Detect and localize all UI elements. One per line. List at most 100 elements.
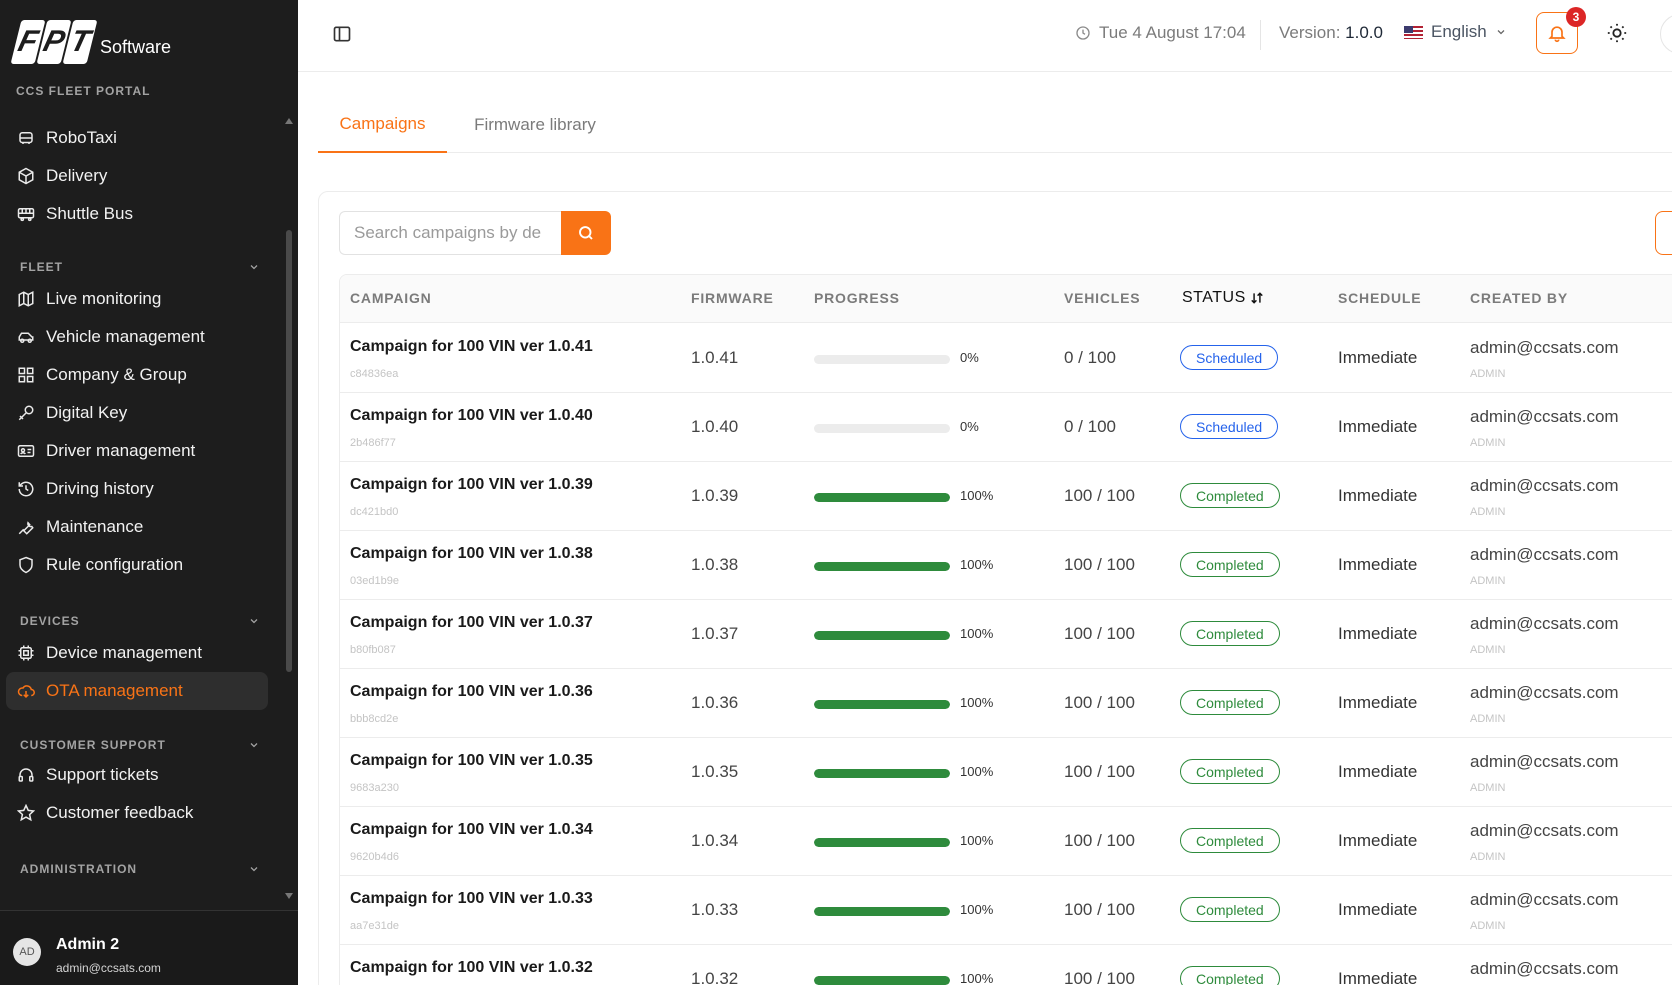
table-header: CAMPAIGN FIRMWARE PROGRESS VEHICLES STAT…: [340, 275, 1672, 323]
vehicles-count: 100 / 100: [1064, 831, 1135, 850]
progress-fill: [814, 838, 950, 847]
vehicles-count: 100 / 100: [1064, 900, 1135, 919]
campaign-name[interactable]: Campaign for 100 VIN ver 1.0.37: [350, 614, 593, 632]
shield-icon: [16, 555, 36, 575]
sidebar-item-label: Rule configuration: [46, 555, 184, 574]
table-row[interactable]: Campaign for 100 VIN ver 1.0.35 9683a230 1…: [340, 738, 1672, 807]
user-profile[interactable]: AD Admin 2 admin@ccsats.com: [0, 910, 298, 985]
campaign-name[interactable]: Campaign for 100 VIN ver 1.0.36: [350, 683, 593, 701]
user-email: admin@ccsats.com: [56, 961, 161, 975]
section-customer-support[interactable]: CUSTOMER SUPPORT: [20, 738, 260, 752]
search-button[interactable]: [561, 211, 611, 255]
bus-icon: [16, 204, 36, 224]
language-selector[interactable]: English: [1404, 22, 1507, 42]
vehicles-count: 100 / 100: [1064, 969, 1135, 985]
star-icon: [16, 803, 36, 823]
campaign-name[interactable]: Campaign for 100 VIN ver 1.0.39: [350, 476, 593, 494]
sidebar-item-live-monitoring[interactable]: Live monitoring: [6, 280, 268, 318]
sidebar-item-driving-history[interactable]: Driving history: [6, 470, 268, 508]
campaign-id: 03ed1b9e: [350, 575, 399, 587]
sidebar-item-driver-management[interactable]: Driver management: [6, 432, 268, 470]
campaign-name[interactable]: Campaign for 100 VIN ver 1.0.35: [350, 752, 593, 770]
theme-toggle-button[interactable]: [1606, 22, 1628, 44]
filter-button[interactable]: [1655, 211, 1672, 255]
package-icon: [16, 166, 36, 186]
section-label: CUSTOMER SUPPORT: [20, 738, 166, 752]
campaign-name[interactable]: Campaign for 100 VIN ver 1.0.38: [350, 545, 593, 563]
schedule-value: Immediate: [1338, 831, 1418, 850]
profile-menu-button[interactable]: [1660, 14, 1672, 54]
sidebar-item-label: Support tickets: [46, 765, 159, 784]
tab-campaigns[interactable]: Campaigns: [318, 96, 447, 153]
status-badge: Completed: [1180, 621, 1280, 646]
scroll-down-arrow[interactable]: [285, 893, 293, 899]
section-administration[interactable]: ADMINISTRATION: [20, 862, 260, 876]
chevron-down-icon: [250, 619, 258, 624]
sidebar-item-support-tickets[interactable]: Support tickets: [6, 756, 268, 794]
created-by-role: ADMIN: [1470, 437, 1506, 449]
sidebar-toggle-button[interactable]: [332, 24, 352, 44]
campaign-name[interactable]: Campaign for 100 VIN ver 1.0.40: [350, 407, 593, 425]
created-by-email: admin@ccsats.com: [1470, 614, 1619, 633]
sidebar-item-shuttle-bus[interactable]: Shuttle Bus: [6, 195, 268, 233]
col-created-by: CREATED BY: [1470, 290, 1568, 306]
table-row[interactable]: Campaign for 100 VIN ver 1.0.41 c84836ea 1…: [340, 324, 1672, 393]
schedule-value: Immediate: [1338, 969, 1418, 985]
language-label: English: [1431, 22, 1487, 41]
sidebar-item-company-group[interactable]: Company & Group: [6, 356, 268, 394]
header-divider: [1260, 20, 1261, 50]
sidebar-item-label: Customer feedback: [46, 803, 194, 822]
notification-count-badge: 3: [1566, 7, 1586, 27]
sidebar-item-label: Device management: [46, 643, 202, 662]
chevron-down-icon: [250, 265, 258, 270]
table-row[interactable]: Campaign for 100 VIN ver 1.0.39 dc421bd0 1…: [340, 462, 1672, 531]
table-row[interactable]: Campaign for 100 VIN ver 1.0.32 1.0.32 100…: [340, 945, 1672, 985]
progress-percent: 0%: [960, 350, 979, 365]
section-devices[interactable]: DEVICES: [20, 614, 260, 628]
fpt-logo[interactable]: F P T Software: [10, 20, 171, 64]
table-row[interactable]: Campaign for 100 VIN ver 1.0.34 9620b4d6 1…: [340, 807, 1672, 876]
progress-percent: 100%: [960, 695, 994, 710]
progress-percent: 100%: [960, 557, 994, 572]
campaign-name[interactable]: Campaign for 100 VIN ver 1.0.41: [350, 338, 593, 356]
top-header: Tue 4 August 17:04 Version: 1.0.0 Englis…: [298, 0, 1672, 72]
firmware-version: 1.0.33: [691, 900, 739, 919]
search-input[interactable]: [339, 211, 561, 255]
sidebar-item-maintenance[interactable]: Maintenance: [6, 508, 268, 546]
table-row[interactable]: Campaign for 100 VIN ver 1.0.40 2b486f77 1…: [340, 393, 1672, 462]
sidebar-item-vehicle-management[interactable]: Vehicle management: [6, 318, 268, 356]
sidebar-item-label: Live monitoring: [46, 289, 162, 308]
sidebar-item-device-management[interactable]: Device management: [6, 634, 268, 672]
scroll-up-arrow[interactable]: [285, 118, 293, 124]
campaign-name[interactable]: Campaign for 100 VIN ver 1.0.33: [350, 890, 593, 908]
campaign-name[interactable]: Campaign for 100 VIN ver 1.0.34: [350, 821, 593, 839]
sidebar-item-customer-feedback[interactable]: Customer feedback: [6, 794, 268, 832]
col-schedule: SCHEDULE: [1338, 290, 1422, 306]
portal-label: CCS FLEET PORTAL: [16, 84, 151, 98]
progress-fill: [814, 562, 950, 571]
sidebar-item-ota-management[interactable]: OTA management: [6, 672, 268, 710]
sidebar-item-label: Maintenance: [46, 517, 144, 536]
firmware-version: 1.0.39: [691, 486, 739, 505]
sidebar-scrollbar[interactable]: [286, 230, 292, 672]
sidebar-item-label: Vehicle management: [46, 327, 205, 346]
table-row[interactable]: Campaign for 100 VIN ver 1.0.37 b80fb087 1…: [340, 600, 1672, 669]
sidebar-toggle-icon: [333, 26, 351, 42]
sidebar-item-rule-configuration[interactable]: Rule configuration: [6, 546, 268, 584]
sidebar-item-delivery[interactable]: Delivery: [6, 157, 268, 195]
col-status-sortable[interactable]: STATUS: [1182, 289, 1264, 307]
progress-bar: [814, 355, 950, 364]
firmware-version: 1.0.32: [691, 969, 739, 985]
table-row[interactable]: Campaign for 100 VIN ver 1.0.36 bbb8cd2e 1…: [340, 669, 1672, 738]
datetime-text: Tue 4 August 17:04: [1099, 23, 1246, 42]
table-row[interactable]: Campaign for 100 VIN ver 1.0.38 03ed1b9e 1…: [340, 531, 1672, 600]
table-row[interactable]: Campaign for 100 VIN ver 1.0.33 aa7e31de 1…: [340, 876, 1672, 945]
sidebar-item-digital-key[interactable]: Digital Key: [6, 394, 268, 432]
avatar: AD: [13, 938, 41, 966]
campaign-id: c84836ea: [350, 368, 399, 380]
sidebar-item-robotaxi[interactable]: RoboTaxi: [6, 119, 268, 157]
campaign-name[interactable]: Campaign for 100 VIN ver 1.0.32: [350, 959, 593, 977]
tab-firmware-library[interactable]: Firmware library: [465, 96, 605, 153]
schedule-value: Immediate: [1338, 624, 1418, 643]
section-fleet[interactable]: FLEET: [20, 260, 260, 274]
